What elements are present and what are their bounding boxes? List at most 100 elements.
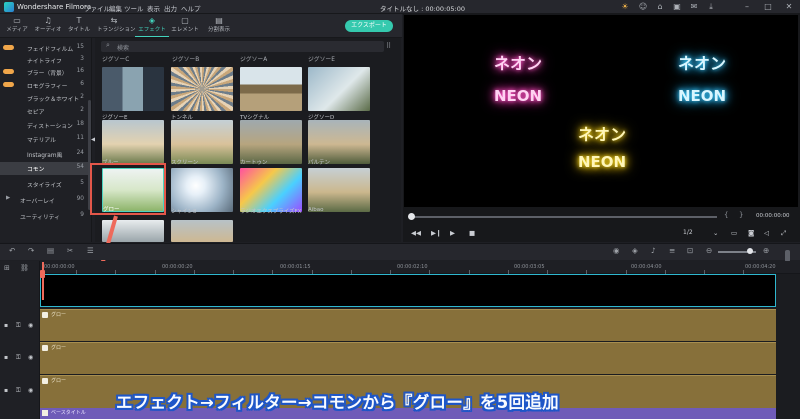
zoom-in-icon[interactable]: ⊕	[763, 246, 769, 255]
menu-help[interactable]: ヘルプ	[181, 3, 201, 13]
tab-effects[interactable]: ◈ エフェクト	[135, 15, 169, 37]
search-input[interactable]: ⌕ 検索	[101, 41, 384, 52]
timeline-ruler[interactable]: 00:00:00:00 00:00:00:20 00:00:01:15 00:0…	[40, 261, 800, 274]
effect-thumbnail[interactable]	[102, 67, 164, 111]
prev-frame-icon[interactable]: ◀◀	[411, 229, 421, 237]
category-item[interactable]: ユーティリティ 9	[0, 210, 90, 221]
effect-thumbnail[interactable]	[240, 168, 302, 212]
lock-icon[interactable]: ⚿	[16, 354, 21, 362]
play-reverse-icon[interactable]: ▶❙	[431, 229, 441, 237]
category-item[interactable]: スタイライズ 5	[0, 178, 90, 189]
link-icon[interactable]: ⛓	[20, 264, 29, 272]
track-header: ▪ ⚿ ◉	[2, 322, 38, 330]
tab-label: タイトル	[67, 27, 90, 33]
store-icon[interactable]: ⌂	[655, 2, 665, 12]
microphone-icon[interactable]: ♪	[651, 246, 656, 255]
volume-icon[interactable]: ◁	[764, 229, 769, 237]
category-item[interactable]: ▶ オーバーレイ 90	[0, 194, 90, 205]
render-icon[interactable]: ◉	[613, 246, 620, 255]
preview-scrubber[interactable]	[411, 216, 717, 218]
effect-thumbnail[interactable]	[308, 168, 370, 212]
category-item[interactable]: マテリアル 11	[0, 133, 90, 144]
category-item[interactable]: ディストーション 18	[0, 119, 90, 130]
track-header: ▪ ⚿ ◉	[2, 354, 38, 362]
ratio-dropdown-icon[interactable]: ⌄	[713, 229, 718, 237]
effect-thumbnail[interactable]	[171, 220, 233, 242]
selected-track-area[interactable]	[40, 274, 776, 307]
effect-thumbnail[interactable]	[308, 67, 370, 111]
mark-out-icon[interactable]: }	[739, 211, 743, 219]
category-label: ブラック＆ホワイト	[27, 96, 80, 103]
snap-icon[interactable]: ⊡	[687, 246, 693, 255]
category-item[interactable]: ブラー（背景） 16	[0, 66, 90, 77]
effect-clip[interactable]: グロー	[40, 342, 776, 374]
effect-thumbnail[interactable]	[240, 67, 302, 111]
cut-icon[interactable]: ✂	[67, 246, 73, 255]
category-item[interactable]: フェイドフィルム 15	[0, 42, 90, 53]
monitor-icon[interactable]: ▭	[731, 229, 737, 237]
mail-icon[interactable]: ✉	[689, 2, 699, 12]
tab-media[interactable]: ▭ メディア	[0, 15, 34, 37]
save-icon[interactable]: ▣	[672, 2, 682, 12]
shield-icon[interactable]: ◈	[632, 246, 638, 255]
grid-view-icon[interactable]: ⠿	[386, 42, 391, 50]
add-track-icon[interactable]: ⊞	[4, 264, 10, 272]
preview-ratio[interactable]: 1/2	[683, 229, 693, 236]
category-item[interactable]: ロモグラフィー 6	[0, 79, 90, 90]
tab-titles[interactable]: T タイトル	[62, 15, 96, 37]
category-item[interactable]: ブラック＆ホワイト 2	[0, 92, 90, 103]
neon-text-blue-en: NEON	[677, 87, 727, 105]
eye-icon[interactable]: ◉	[28, 387, 33, 394]
redo-icon[interactable]: ↷	[28, 246, 34, 255]
expand-arrow-icon[interactable]: ▶	[6, 195, 10, 201]
menu-edit[interactable]: 編集	[109, 3, 122, 13]
effect-thumbnail[interactable]	[171, 67, 233, 111]
ruler-label: 00:00:04:00	[631, 264, 662, 270]
scrubber-handle[interactable]	[408, 213, 415, 220]
fullscreen-icon[interactable]: ⤢	[781, 229, 786, 238]
stop-icon[interactable]: ■	[469, 229, 475, 237]
category-item[interactable]: ナイトライフ 3	[0, 54, 90, 65]
tab-audio[interactable]: ♫ オーディオ	[31, 15, 65, 37]
tab-transitions[interactable]: ⇆ トランジション	[97, 15, 136, 37]
track-number-icon: ▪	[4, 387, 9, 394]
category-item[interactable]: Instagram風 24	[0, 148, 90, 159]
account-icon[interactable]: ☺	[638, 2, 648, 12]
voiceover-icon[interactable]: ≡	[669, 246, 675, 255]
track-number-icon: ▪	[4, 354, 9, 361]
snapshot-icon[interactable]: ◙	[748, 229, 754, 237]
tab-elements[interactable]: ▢ エレメント	[168, 15, 202, 37]
lock-icon[interactable]: ⚿	[16, 322, 21, 330]
close-icon[interactable]: ✕	[784, 2, 794, 12]
new-badge-icon	[3, 81, 14, 87]
delete-icon[interactable]: ▤	[47, 246, 54, 255]
bulb-icon[interactable]: ☀	[620, 2, 630, 12]
timeline-toolbar	[0, 243, 800, 260]
eye-icon[interactable]: ◉	[28, 322, 33, 329]
tutorial-caption: エフェクト→フィルター→コモンから『グロー』を5回追加	[116, 393, 559, 412]
zoom-slider-handle[interactable]	[747, 248, 753, 254]
minimize-icon[interactable]: –	[742, 2, 752, 12]
adjust-icon[interactable]: ☰	[87, 246, 94, 255]
playhead[interactable]	[42, 262, 44, 300]
clip-tag-icon	[42, 378, 48, 384]
undo-icon[interactable]: ↶	[9, 246, 15, 255]
tab-split-screen[interactable]: ▤ 分割表示	[202, 15, 236, 37]
export-button[interactable]: エクスポート	[345, 20, 393, 32]
eye-icon[interactable]: ◉	[28, 354, 33, 361]
menu-view[interactable]: 表示	[147, 3, 160, 13]
download-icon[interactable]: ⤓	[706, 2, 716, 12]
menu-tools[interactable]: ツール	[124, 3, 144, 13]
element-icon: ▢	[181, 16, 189, 25]
lock-icon[interactable]: ⚿	[16, 387, 21, 395]
play-icon[interactable]: ▶	[450, 229, 455, 237]
menu-file[interactable]: ファイル	[84, 3, 110, 13]
category-item[interactable]: セピア 2	[0, 105, 90, 116]
effect-thumbnail[interactable]	[171, 168, 233, 212]
menu-export[interactable]: 出力	[164, 3, 177, 13]
effect-clip[interactable]: グロー	[40, 309, 776, 341]
maximize-icon[interactable]: □	[763, 2, 773, 12]
zoom-out-icon[interactable]: ⊖	[706, 246, 712, 255]
category-item-common[interactable]: コモン 54	[0, 162, 90, 175]
mark-in-icon[interactable]: {	[724, 211, 728, 219]
